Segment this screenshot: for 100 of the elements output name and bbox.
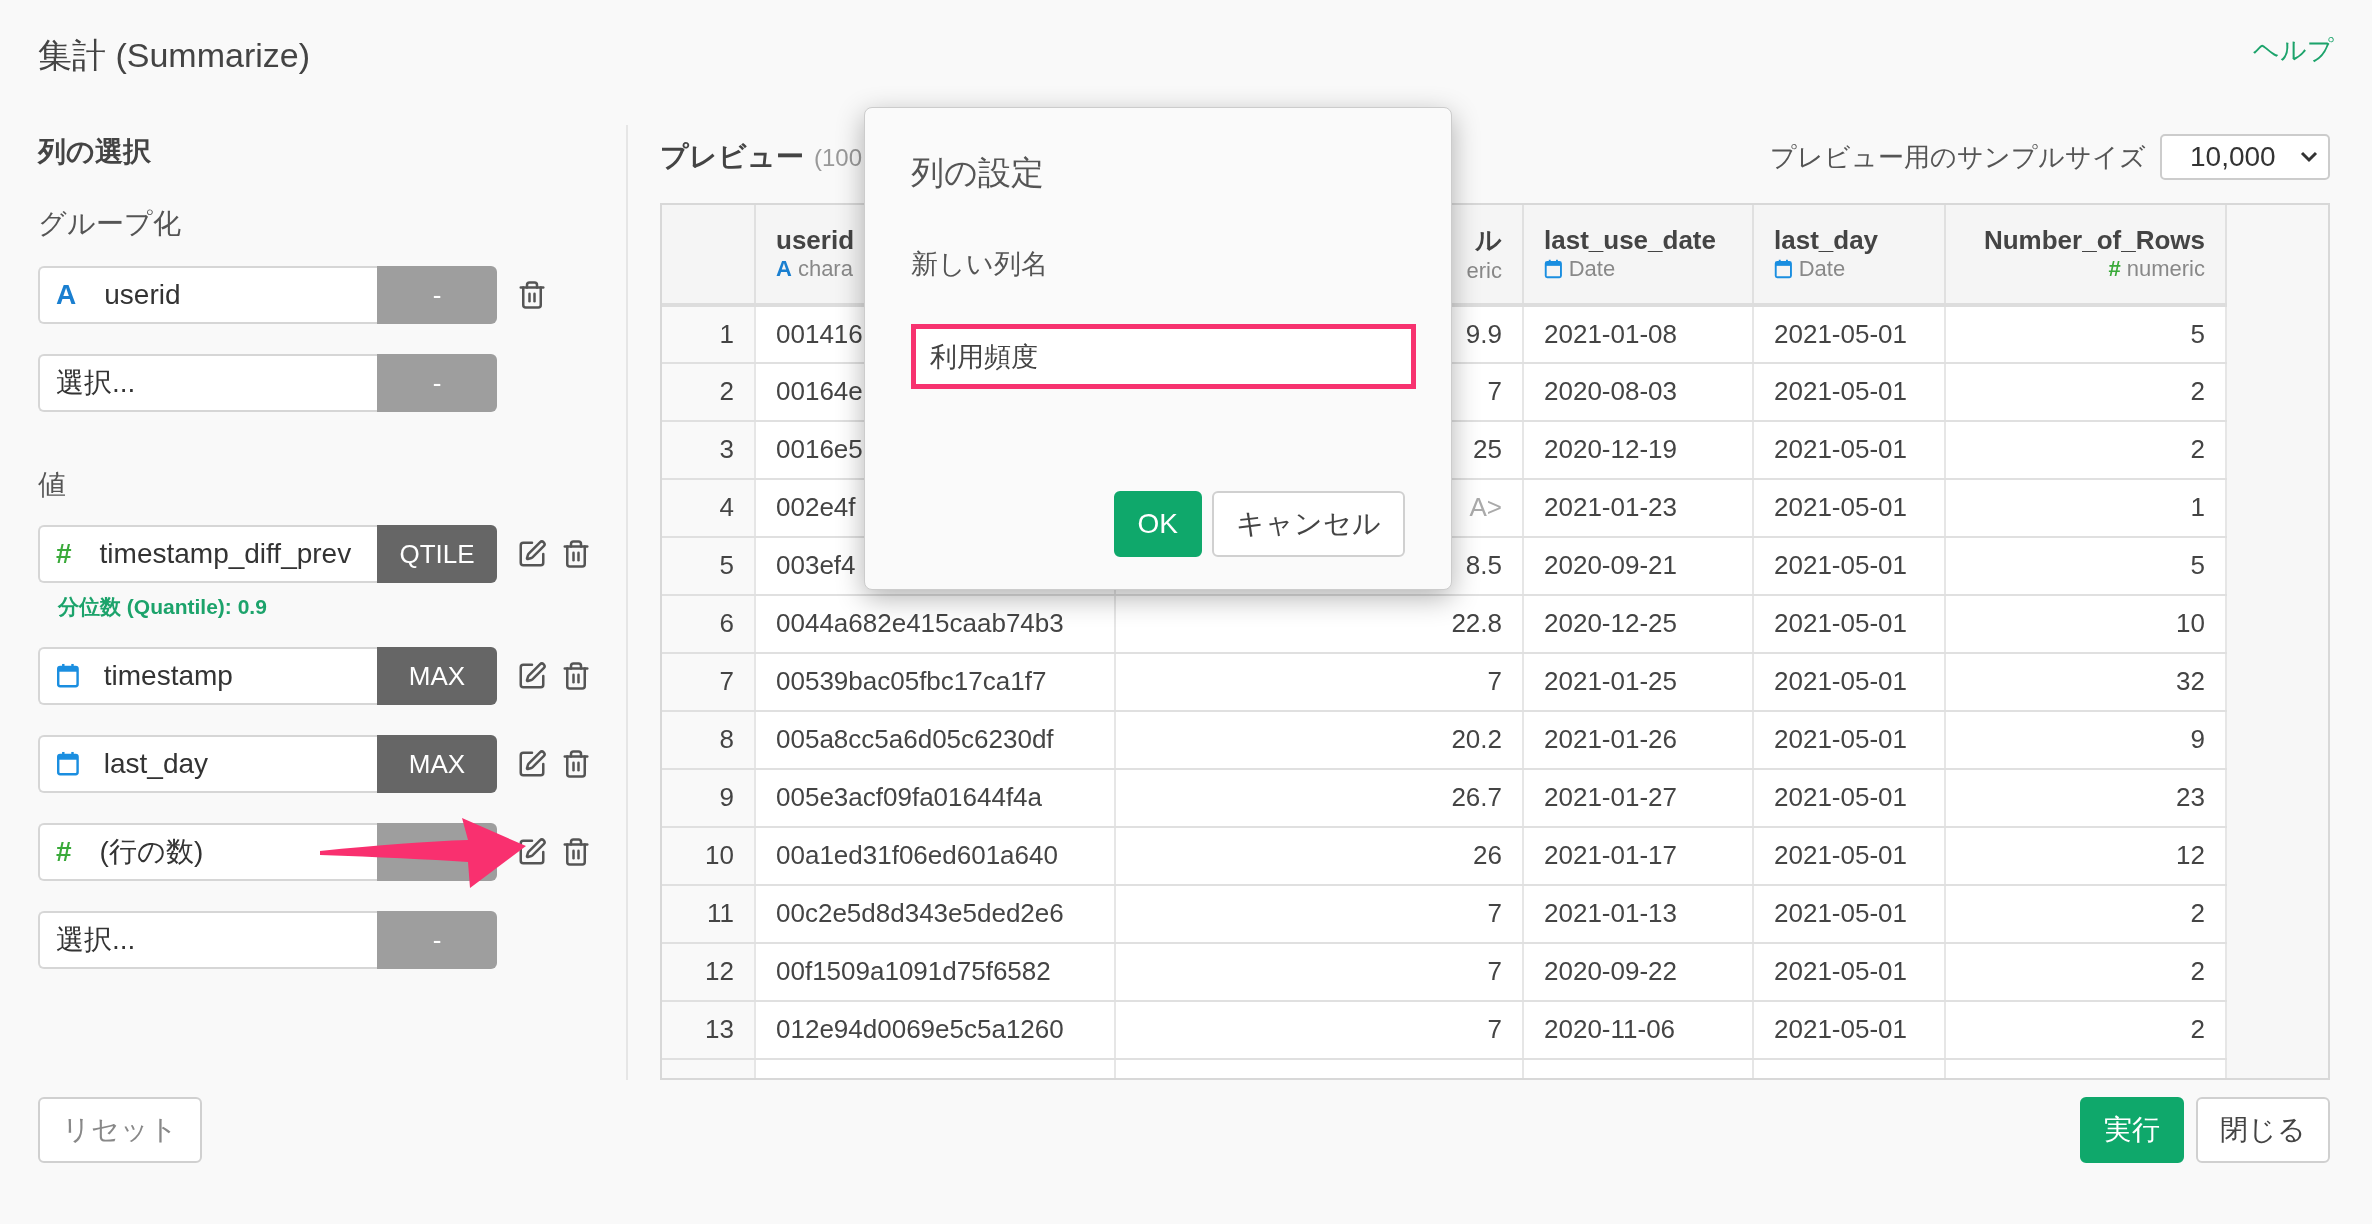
column-name: userid xyxy=(104,279,181,311)
table-cell: 2020-12-25 xyxy=(1523,594,1753,653)
cancel-button[interactable]: キャンセル xyxy=(1212,491,1405,557)
column-field[interactable]: # timestamp_diff_prev xyxy=(38,525,377,583)
table-cell: 2020-11-06 xyxy=(1523,1000,1753,1059)
column-name-input[interactable]: 利用頻度 xyxy=(911,324,1416,389)
edit-icon[interactable] xyxy=(517,539,547,569)
table-cell: 005e3acf09fa01644f4a xyxy=(755,768,1115,827)
table-cell: 2 xyxy=(1945,420,2226,479)
table-cell: 00f1509a1091d75f6582 xyxy=(755,942,1115,1001)
edit-icon[interactable] xyxy=(517,837,547,867)
column-header: ル xyxy=(1474,224,1502,258)
value-label: 値 xyxy=(38,468,67,502)
dialog-title: 列の設定 xyxy=(911,153,1045,193)
preview-count: (100 xyxy=(814,144,863,173)
field-label: 新しい列名 xyxy=(911,248,1049,281)
table-cell: 2020-09-21 xyxy=(1523,536,1753,595)
row-number: 3 xyxy=(662,420,755,479)
function-button[interactable]: QTILE xyxy=(377,525,497,583)
sample-size-select[interactable]: 10,000 xyxy=(2160,134,2330,181)
table-cell: 2021-05-01 xyxy=(1753,884,1945,943)
table-cell: 2 xyxy=(1945,884,2226,943)
table-cell: 7 xyxy=(1115,1000,1523,1059)
table-cell: 20.2 xyxy=(1115,710,1523,769)
table-cell: 2021-05-01 xyxy=(1753,768,1945,827)
table-cell: 2021-05-01 xyxy=(1753,420,1945,479)
table-cell: 2021-01-26 xyxy=(1523,710,1753,769)
row-number: 1 xyxy=(662,304,755,363)
column-header: userid xyxy=(776,225,856,257)
calendar-icon xyxy=(56,751,80,777)
select-placeholder: 選択... xyxy=(56,923,136,957)
trash-icon[interactable] xyxy=(561,539,591,569)
table-cell: 2021-01-27 xyxy=(1523,768,1753,827)
row-number: 11 xyxy=(662,884,755,943)
row-number: 7 xyxy=(662,652,755,711)
edit-icon[interactable] xyxy=(517,661,547,691)
column-header: Number_of_Rows xyxy=(1982,225,2205,257)
column-field[interactable]: timestamp xyxy=(38,647,377,705)
table-cell: 2020-09-22 xyxy=(1523,942,1753,1001)
table-cell: 2021-05-01 xyxy=(1753,1000,1945,1059)
row-number: 10 xyxy=(662,826,755,885)
select-placeholder: 選択... xyxy=(56,366,136,400)
trash-icon[interactable] xyxy=(517,280,547,310)
function-button[interactable]: MAX xyxy=(377,647,497,705)
table-cell: 32 xyxy=(1945,652,2226,711)
chevron-down-icon xyxy=(2300,151,2318,164)
column-name: timestamp xyxy=(103,660,233,692)
row-number: 4 xyxy=(662,478,755,537)
table-cell: 2021-01-13 xyxy=(1523,884,1753,943)
table-cell: 2021-05-01 xyxy=(1753,478,1945,537)
column-type: numeric xyxy=(2126,256,2205,283)
table-cell: 5 xyxy=(1945,304,2226,363)
close-button[interactable]: 閉じる xyxy=(2196,1097,2330,1163)
row-number: 5 xyxy=(662,536,755,595)
row-number: 2 xyxy=(662,362,755,421)
table-cell: 012e94d0069e5c5a1260 xyxy=(755,1000,1115,1059)
table-cell: 2020-12-19 xyxy=(1523,420,1753,479)
trash-icon[interactable] xyxy=(561,837,591,867)
column-select[interactable]: 選択... xyxy=(38,911,377,969)
row-number: 13 xyxy=(662,1000,755,1059)
quantile-note: 分位数 (Quantile): 0.9 xyxy=(58,594,268,620)
table-cell: 2021-01-23 xyxy=(1523,478,1753,537)
column-type: eric xyxy=(1466,258,1502,285)
column-field[interactable]: # (行の数) xyxy=(38,823,377,881)
table-cell: 7 xyxy=(1115,652,1523,711)
row-number: 6 xyxy=(662,594,755,653)
table-cell: 2020-08-03 xyxy=(1523,362,1753,421)
type-glyph: A xyxy=(776,258,792,281)
table-cell: 5 xyxy=(1945,536,2226,595)
column-select[interactable]: 選択... xyxy=(38,354,377,412)
table-cell: 2021-05-01 xyxy=(1753,826,1945,885)
table-cell: 26 xyxy=(1115,826,1523,885)
page-title: 集計 (Summarize) xyxy=(38,35,311,76)
trash-icon[interactable] xyxy=(561,749,591,779)
column-type: Date xyxy=(1798,256,1846,283)
table-cell: 2021-01-08 xyxy=(1523,304,1753,363)
preview-title: プレビュー xyxy=(660,140,804,175)
column-type: Date xyxy=(1568,256,1616,283)
table-cell: 9 xyxy=(1945,710,2226,769)
table-cell: 2021-05-01 xyxy=(1753,362,1945,421)
column-field[interactable]: A userid xyxy=(38,266,377,324)
table-cell: 2021-05-01 xyxy=(1753,536,1945,595)
table-cell: 0044a682e415caab74b3 xyxy=(755,594,1115,653)
table-cell: 005a8cc5a6d05c6230df xyxy=(755,710,1115,769)
edit-icon[interactable] xyxy=(517,749,547,779)
trash-icon[interactable] xyxy=(561,661,591,691)
section-heading: 列の選択 xyxy=(38,135,152,169)
table-cell: 26.7 xyxy=(1115,768,1523,827)
column-field[interactable]: last_day xyxy=(38,735,377,793)
row-number: 8 xyxy=(662,710,755,769)
table-cell: 7 xyxy=(1115,942,1523,1001)
column-name: last_day xyxy=(103,748,209,780)
table-cell: 2 xyxy=(1945,362,2226,421)
table-cell: 2021-05-01 xyxy=(1753,304,1945,363)
reset-button[interactable]: リセット xyxy=(38,1097,202,1163)
table-cell: 1 xyxy=(1945,478,2226,537)
function-button[interactable]: MAX xyxy=(377,735,497,793)
type-glyph: # xyxy=(56,540,72,568)
type-glyph: # xyxy=(2108,258,2121,281)
calendar-icon xyxy=(56,663,80,689)
